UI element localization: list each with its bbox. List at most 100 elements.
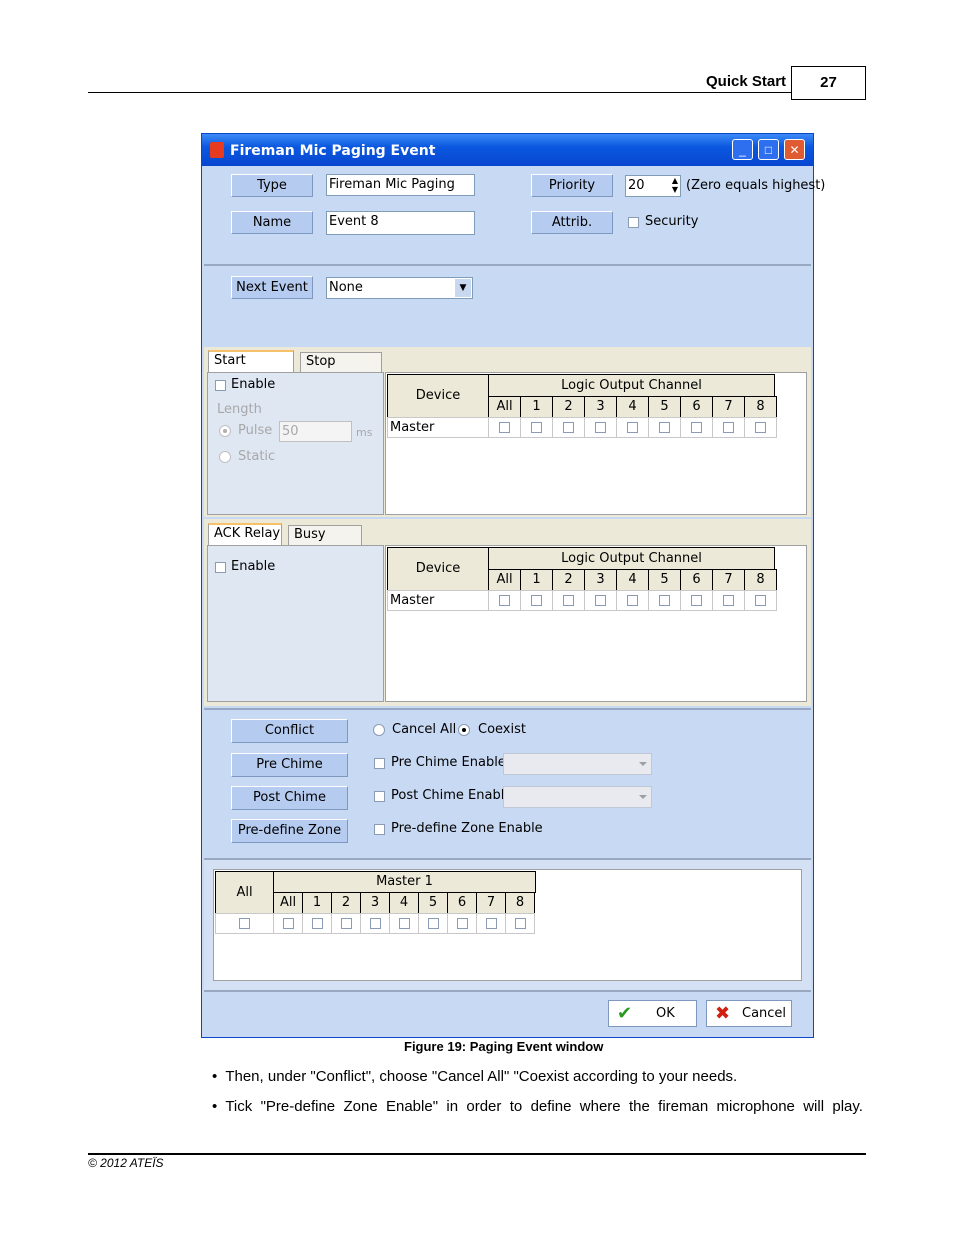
conflict-button[interactable]: Conflict — [231, 719, 348, 743]
relay-channel-cell — [616, 590, 649, 611]
cancel-label: Cancel — [742, 1006, 787, 1021]
channel-header-6: 6 — [680, 569, 713, 591]
pre-define-zone-button[interactable]: Pre-define Zone — [231, 819, 348, 843]
cancel-button[interactable]: ✖ Cancel — [706, 1000, 792, 1027]
channel-header-8: 8 — [505, 892, 535, 914]
impulse-settings — [207, 372, 384, 515]
post-chime-button[interactable]: Post Chime — [231, 786, 348, 810]
relay-channel-cell — [584, 590, 617, 611]
attrib-button[interactable]: Attrib. — [531, 211, 613, 234]
channel-header-3: 3 — [584, 569, 617, 591]
impulse-channel-checkbox[interactable] — [563, 422, 574, 433]
cancel-all-radio[interactable] — [373, 724, 385, 736]
post-chime-enable-checkbox[interactable] — [374, 791, 385, 802]
cancel-all-label: Cancel All — [392, 722, 457, 737]
pre-chime-dropdown[interactable] — [503, 753, 652, 775]
relay-channel-checkbox[interactable] — [659, 595, 670, 606]
impulse-channel-checkbox[interactable] — [723, 422, 734, 433]
pre-chime-enable-checkbox[interactable] — [374, 758, 385, 769]
tab-ack-relay[interactable]: ACK Relay — [208, 523, 282, 545]
relay-channel-cell — [488, 590, 521, 611]
ok-button[interactable]: ✔ OK — [608, 1000, 697, 1027]
tab-busy-relay[interactable]: Busy Relay — [288, 525, 362, 560]
maximize-button[interactable]: □ — [758, 139, 779, 160]
impulse-channel-cell — [680, 417, 713, 438]
zone-channel-checkbox[interactable] — [340, 918, 352, 929]
relay-channel-checkbox[interactable] — [723, 595, 734, 606]
impulse-row-master: Master — [387, 417, 489, 438]
relay-channel-checkbox[interactable] — [755, 595, 766, 606]
zone-channel-checkbox[interactable] — [398, 918, 410, 929]
chevron-down-icon[interactable]: ▼ — [455, 279, 471, 297]
relay-enable-checkbox[interactable] — [215, 562, 226, 573]
zone-channel-checkbox[interactable] — [427, 918, 439, 929]
spinner-arrows-icon[interactable]: ▲ ▼ — [672, 176, 678, 194]
zone-channel-checkbox[interactable] — [514, 918, 526, 929]
channel-header-2: 2 — [552, 569, 585, 591]
impulse-channel-cell — [552, 417, 585, 438]
pre-chime-button[interactable]: Pre Chime — [231, 753, 348, 777]
channel-header-8: 8 — [744, 396, 777, 418]
channel-header-7: 7 — [712, 569, 745, 591]
next-event-value: None — [329, 280, 363, 295]
static-label: Static — [238, 449, 276, 464]
relay-channel-checkbox[interactable] — [691, 595, 702, 606]
zone-all-header: All — [215, 871, 274, 914]
zone-channel-checkbox[interactable] — [369, 918, 381, 929]
pre-define-zone-enable-checkbox[interactable] — [374, 824, 385, 835]
zone-channel-checkbox[interactable] — [456, 918, 468, 929]
channel-header-4: 4 — [389, 892, 419, 914]
pre-chime-enable-label: Pre Chime Enable — [391, 755, 506, 770]
priority-button[interactable]: Priority — [531, 174, 613, 197]
relay-channel-checkbox[interactable] — [563, 595, 574, 606]
ok-label: OK — [656, 1006, 675, 1021]
impulse-channel-checkbox[interactable] — [691, 422, 702, 433]
relay-channel-checkbox[interactable] — [627, 595, 638, 606]
channel-header-all: All — [273, 892, 303, 914]
impulse-channel-checkbox[interactable] — [595, 422, 606, 433]
name-button[interactable]: Name — [231, 211, 313, 234]
impulse-channel-checkbox[interactable] — [755, 422, 766, 433]
name-field[interactable]: Event 8 — [326, 211, 475, 235]
impulse-channel-checkbox[interactable] — [499, 422, 510, 433]
relay-channel-cell — [712, 590, 745, 611]
chevron-down-icon — [639, 795, 647, 799]
type-button[interactable]: Type — [231, 174, 313, 197]
channel-header-6: 6 — [447, 892, 477, 914]
title-bar[interactable]: Fireman Mic Paging Event _ □ ✕ — [202, 134, 813, 166]
next-event-button[interactable]: Next Event — [231, 276, 313, 299]
minimize-button[interactable]: _ — [732, 139, 753, 160]
relay-channel-checkbox[interactable] — [531, 595, 542, 606]
impulse-enable-checkbox[interactable] — [215, 380, 226, 391]
pulse-length-spinner[interactable]: 50 — [279, 421, 352, 442]
bullet-text: Tick "Pre-define Zone Enable" in order t… — [225, 1098, 863, 1115]
coexist-radio[interactable] — [458, 724, 470, 736]
impulse-channel-cell — [712, 417, 745, 438]
impulse-channel-checkbox[interactable] — [627, 422, 638, 433]
static-radio[interactable] — [219, 451, 231, 463]
impulse-channel-cell — [744, 417, 777, 438]
relay-channel-checkbox[interactable] — [595, 595, 606, 606]
post-chime-dropdown[interactable] — [503, 786, 652, 808]
relay-enable-label: Enable — [231, 559, 276, 574]
zone-channel-checkbox[interactable] — [485, 918, 497, 929]
tab-start-impulse[interactable]: Start Impulse — [208, 350, 294, 386]
zone-grid: All Master 1 All 1 2 3 4 5 6 7 8 — [213, 869, 802, 981]
security-checkbox[interactable] — [628, 217, 639, 228]
device-header: Device — [387, 547, 489, 591]
next-event-dropdown[interactable]: None ▼ — [326, 277, 473, 299]
impulse-channel-cell — [648, 417, 681, 438]
impulse-channel-checkbox[interactable] — [659, 422, 670, 433]
relay-channel-checkbox[interactable] — [499, 595, 510, 606]
close-button[interactable]: ✕ — [784, 139, 805, 160]
impulse-enable-label: Enable — [231, 377, 276, 392]
priority-spinner[interactable]: 20 ▲ ▼ — [625, 175, 681, 197]
zone-channel-checkbox[interactable] — [311, 918, 323, 929]
zone-all-checkbox[interactable] — [239, 918, 250, 929]
zone-channel-checkbox[interactable] — [282, 918, 294, 929]
tab-stop-impulse[interactable]: Stop Impulse — [300, 352, 382, 387]
impulse-output-grid: Device Logic Output Channel All 1 2 3 4 5 6 7 8 … — [385, 372, 807, 515]
pulse-radio[interactable] — [219, 425, 231, 437]
type-field[interactable]: Fireman Mic Paging — [326, 174, 475, 196]
impulse-channel-checkbox[interactable] — [531, 422, 542, 433]
